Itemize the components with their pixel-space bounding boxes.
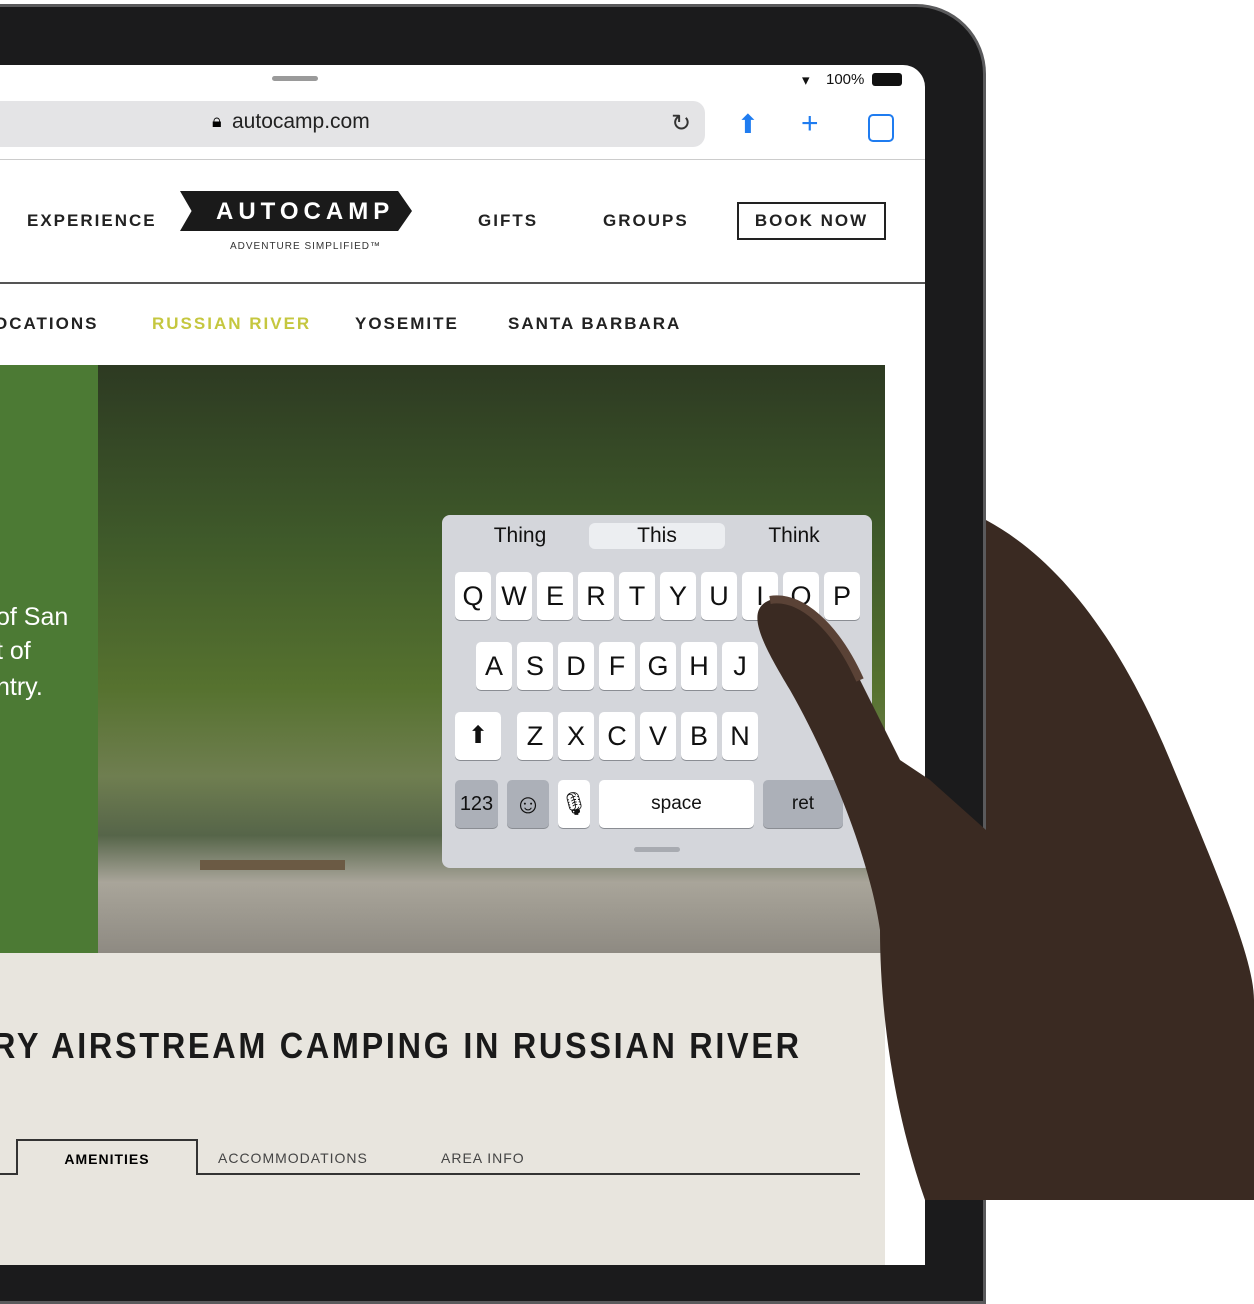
hand xyxy=(757,520,1254,1200)
hand-photo xyxy=(757,520,1254,1200)
